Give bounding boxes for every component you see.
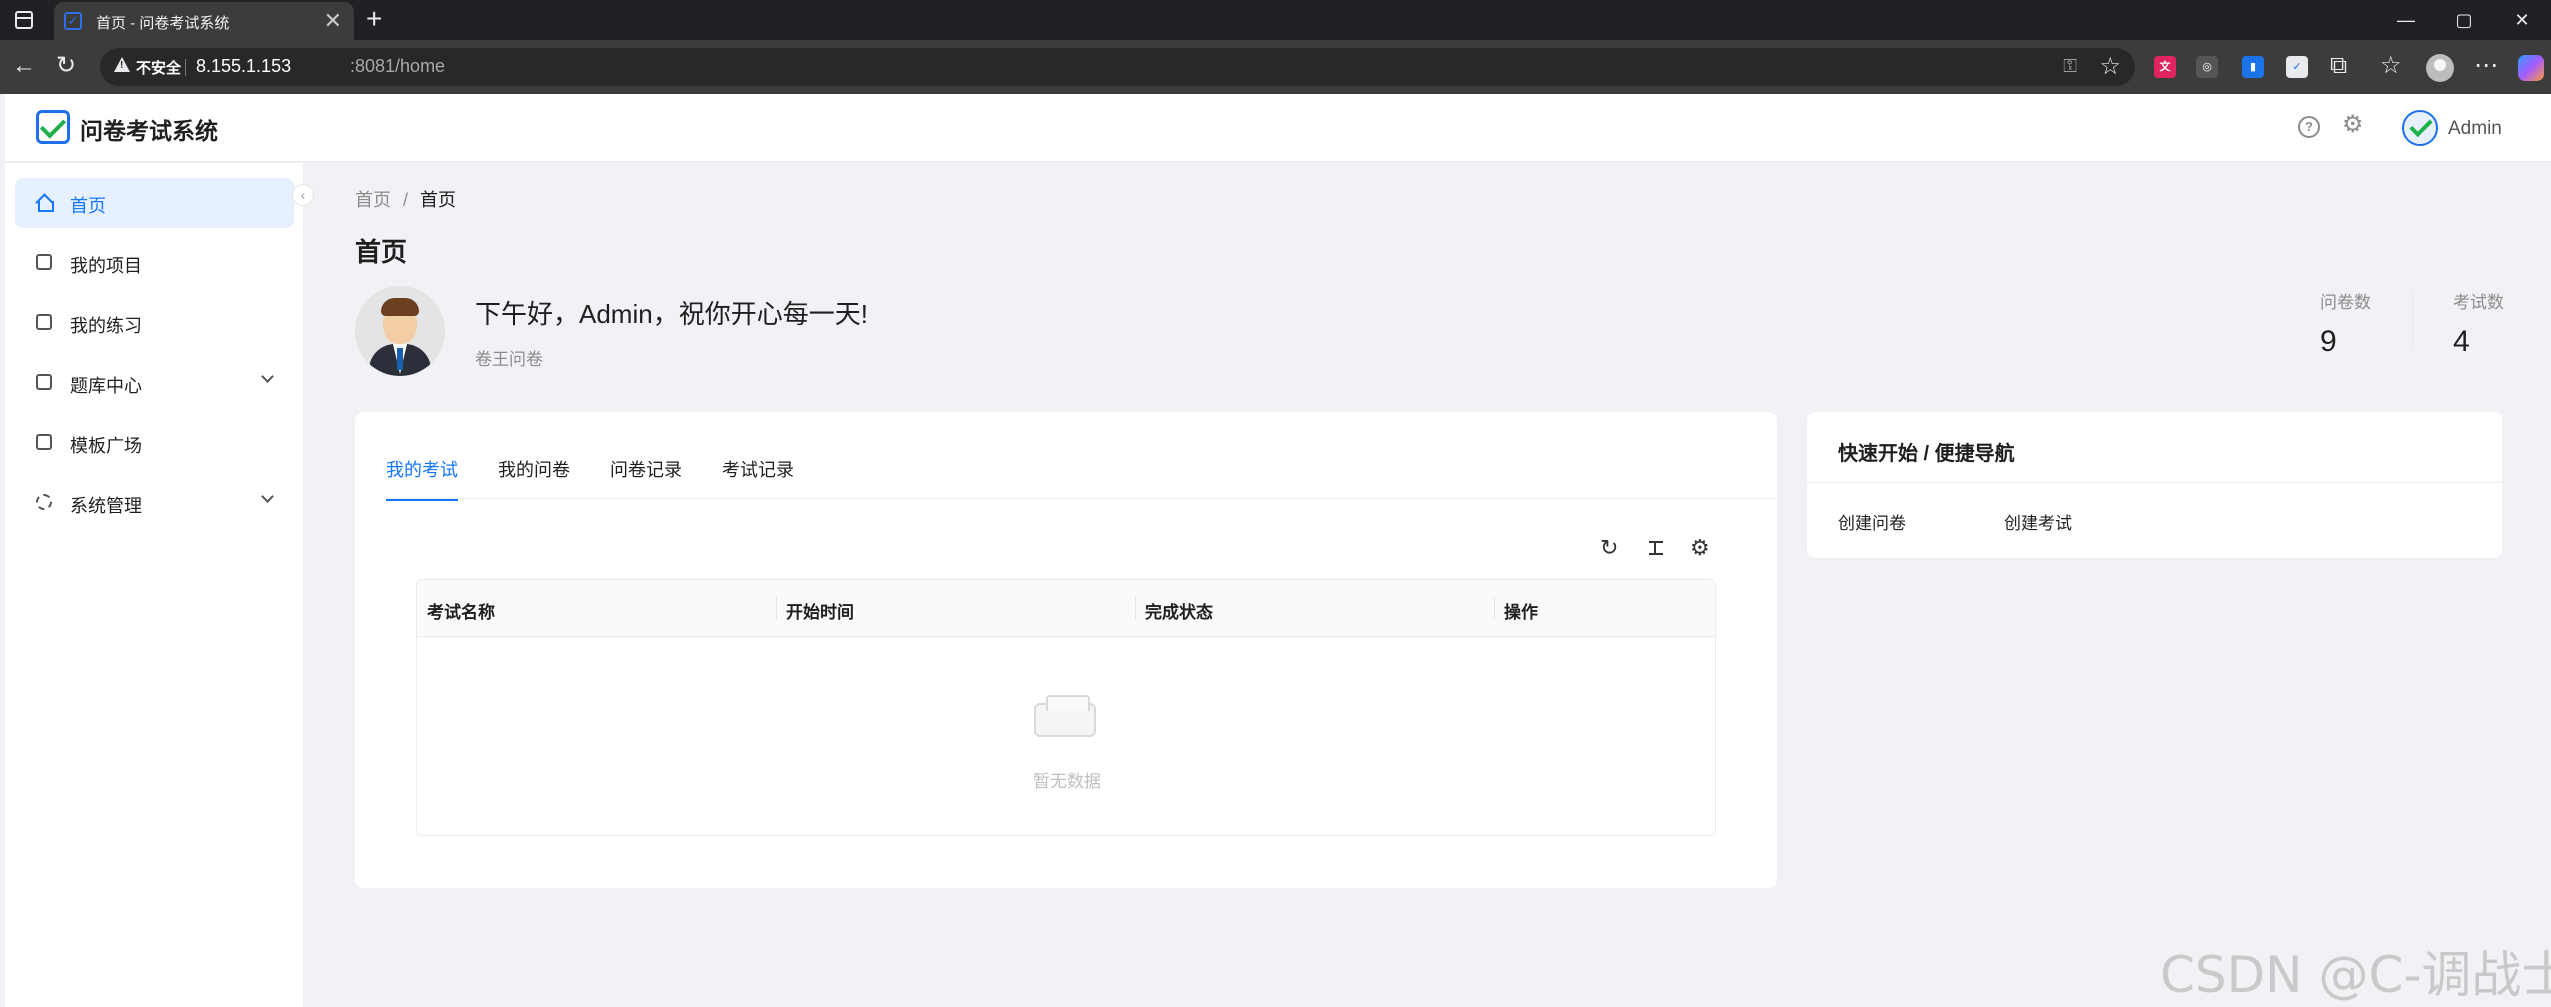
- create-survey-link[interactable]: 创建问卷: [1838, 509, 1906, 534]
- sidebar-collapse-button[interactable]: ‹: [292, 184, 314, 206]
- chevron-down-icon: [261, 370, 274, 383]
- help-icon[interactable]: ?: [2298, 116, 2320, 138]
- empty-state-text: 暂无数据: [1033, 772, 1101, 791]
- breadcrumb-separator: /: [403, 190, 409, 210]
- address-bar[interactable]: 不安全 8.155.1.153 :8081/home ⚿ ☆: [100, 48, 2135, 86]
- favorite-star-icon[interactable]: ☆: [2099, 52, 2121, 81]
- settings-gear-icon[interactable]: ⚙: [2342, 110, 2364, 139]
- breadcrumb: 首页 / 首页: [355, 186, 456, 212]
- tab-survey-records[interactable]: 问卷记录: [610, 456, 682, 501]
- favorites-icon[interactable]: ☆: [2380, 52, 2402, 80]
- sidebar-item-label: 系统管理: [70, 496, 142, 516]
- edit-icon: [36, 314, 52, 330]
- more-menu-icon[interactable]: ⋯: [2474, 52, 2498, 80]
- gear-icon: [36, 494, 52, 510]
- sidebar: 首页 我的项目 我的练习 题库中心 模板广场 系统管理: [5, 163, 304, 1007]
- extension-glasses-icon[interactable]: ◎: [2196, 56, 2218, 78]
- sidebar-item-home[interactable]: 首页: [15, 178, 294, 228]
- column-header-exam-name: 考试名称: [427, 603, 495, 622]
- window-controls: — ▢ ✕: [2377, 0, 2551, 40]
- stat-value: 9: [2320, 325, 2337, 358]
- new-tab-button[interactable]: +: [366, 3, 382, 35]
- app-title: 问卷考试系统: [80, 118, 218, 144]
- column-header-actions: 操作: [1494, 580, 1715, 637]
- refresh-icon[interactable]: ↻: [1600, 535, 1618, 561]
- profile-avatar-illustration: [355, 286, 445, 376]
- tab-my-exams[interactable]: 我的考试: [386, 456, 458, 501]
- extension-bookmark-icon[interactable]: ▮: [2242, 56, 2264, 78]
- sidebar-item-label: 我的练习: [70, 316, 142, 336]
- empty-inbox-icon: [1028, 693, 1104, 739]
- omnibox-divider: [185, 59, 186, 76]
- extensions-puzzle-icon[interactable]: ⧉: [2330, 52, 2347, 80]
- sidebar-item-label: 模板广场: [70, 436, 142, 456]
- tab-actions-icon[interactable]: [15, 11, 33, 29]
- minimize-button[interactable]: —: [2377, 0, 2435, 40]
- column-header-start-time: 开始时间: [776, 580, 1135, 637]
- sidebar-item-system[interactable]: 系统管理: [15, 478, 294, 528]
- greeting-text: 下午好，Admin，祝你开心每一天!: [475, 299, 868, 329]
- browser-tab-active[interactable]: ✓ 首页 - 问卷考试系统 ✕: [54, 2, 354, 40]
- column-header-status: 完成状态: [1135, 580, 1494, 637]
- book-icon: [36, 374, 52, 390]
- profile-avatar[interactable]: [2426, 54, 2454, 82]
- stat-label: 考试数: [2453, 293, 2504, 312]
- favicon-icon: ✓: [64, 12, 82, 30]
- stat-value: 4: [2453, 325, 2470, 358]
- create-exam-link[interactable]: 创建考试: [2004, 509, 2072, 534]
- app-header: 问卷考试系统 ? ⚙ Admin: [5, 94, 2551, 162]
- breadcrumb-home-link[interactable]: 首页: [355, 190, 391, 210]
- sidebar-item-question-bank[interactable]: 题库中心: [15, 358, 294, 408]
- browser-tabbar: ✓ 首页 - 问卷考试系统 ✕ + — ▢ ✕: [0, 0, 2551, 40]
- warning-icon: [114, 57, 130, 72]
- key-icon[interactable]: ⚿: [2063, 56, 2077, 77]
- tab-my-surveys[interactable]: 我的问卷: [498, 456, 570, 501]
- home-icon: [36, 194, 54, 212]
- sidebar-item-practice[interactable]: 我的练习: [15, 298, 294, 348]
- tab-close-icon[interactable]: ✕: [324, 8, 342, 34]
- browser-toolbar: ← ↻ 不安全 8.155.1.153 :8081/home ⚿ ☆ 文 ◎ ▮…: [0, 40, 2551, 94]
- close-window-button[interactable]: ✕: [2493, 0, 2551, 40]
- breadcrumb-current: 首页: [420, 190, 457, 210]
- stat-exam-count: 考试数 4: [2453, 288, 2504, 359]
- quick-nav-divider: [1807, 482, 2502, 483]
- sidebar-item-templates[interactable]: 模板广场: [15, 418, 294, 468]
- exam-table: 考试名称 开始时间 完成状态 操作 暂无数据: [416, 579, 1716, 836]
- tab-title: 首页 - 问卷考试系统: [96, 15, 230, 32]
- user-avatar[interactable]: [2402, 110, 2438, 146]
- tabs-divider: [386, 498, 1776, 499]
- app-logo-icon: [36, 110, 70, 144]
- chevron-down-icon: [261, 490, 274, 503]
- page-title: 首页: [355, 237, 408, 267]
- tab-exam-records[interactable]: 考试记录: [722, 456, 794, 501]
- column-settings-icon[interactable]: ⚙: [1690, 535, 1710, 561]
- quick-nav-title: 快速开始 / 便捷导航: [1838, 443, 2015, 465]
- sidebar-item-label: 题库中心: [70, 376, 142, 396]
- url-host: 8.155.1.153: [196, 56, 292, 76]
- records-tabs: 我的考试 我的问卷 问卷记录 考试记录: [386, 456, 834, 501]
- copilot-icon[interactable]: [2518, 55, 2544, 81]
- header-username[interactable]: Admin: [2448, 118, 2502, 140]
- density-icon[interactable]: [1649, 541, 1663, 555]
- security-label[interactable]: 不安全: [136, 57, 181, 78]
- restore-button[interactable]: ▢: [2435, 0, 2493, 40]
- sidebar-item-label: 我的项目: [70, 256, 142, 276]
- extension-translate-icon[interactable]: 文: [2154, 56, 2176, 78]
- table-header: 考试名称 开始时间 完成状态 操作: [417, 580, 1715, 637]
- stat-label: 问卷数: [2320, 293, 2371, 312]
- reload-icon[interactable]: ↻: [56, 52, 76, 80]
- extension-check-icon[interactable]: ✓: [2286, 56, 2308, 78]
- url-path: :8081/home: [350, 56, 446, 76]
- records-card: 我的考试 我的问卷 问卷记录 考试记录 ↻ ⚙ 考试名称 开始时间 完成状态 操…: [355, 412, 1777, 888]
- watermark: CSDN @C-调战士: [2160, 946, 2551, 1004]
- project-icon: [36, 254, 52, 270]
- quick-nav-card: 快速开始 / 便捷导航 创建问卷 创建考试: [1807, 412, 2502, 558]
- stat-divider: [2412, 292, 2413, 348]
- sidebar-item-projects[interactable]: 我的项目: [15, 238, 294, 288]
- stat-survey-count: 问卷数 9: [2320, 288, 2371, 359]
- template-icon: [36, 434, 52, 450]
- back-icon[interactable]: ←: [12, 52, 36, 80]
- sidebar-item-label: 首页: [70, 196, 106, 216]
- greeting-subtitle: 卷王问卷: [475, 350, 543, 369]
